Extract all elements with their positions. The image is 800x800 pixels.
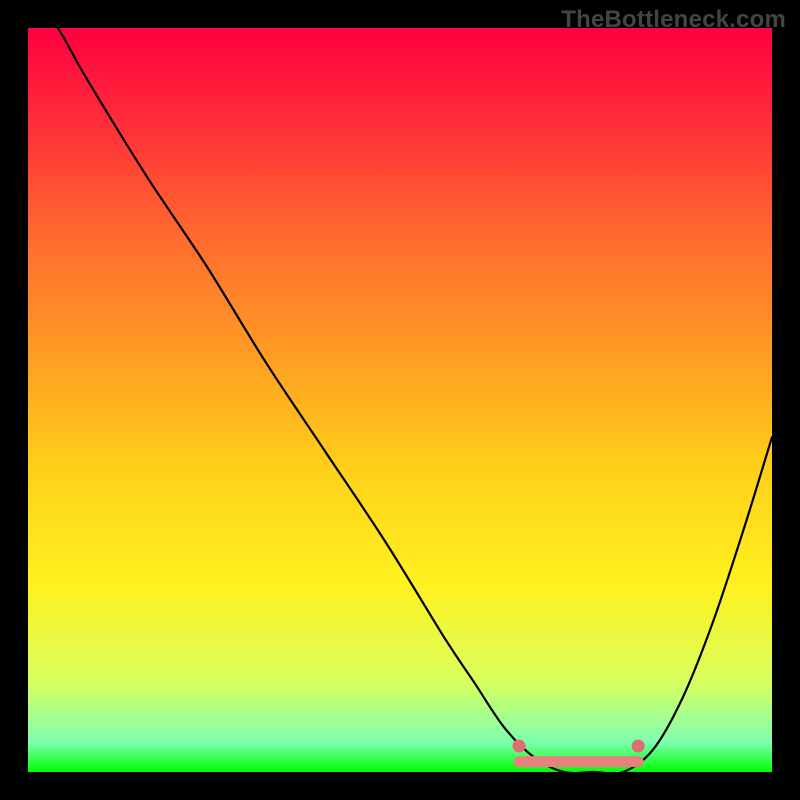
plot-frame — [28, 28, 772, 772]
watermark-text: TheBottleneck.com — [561, 6, 786, 34]
gradient-background — [28, 28, 772, 772]
chart-container: TheBottleneck.com — [0, 0, 800, 800]
plot-svg — [28, 28, 772, 772]
